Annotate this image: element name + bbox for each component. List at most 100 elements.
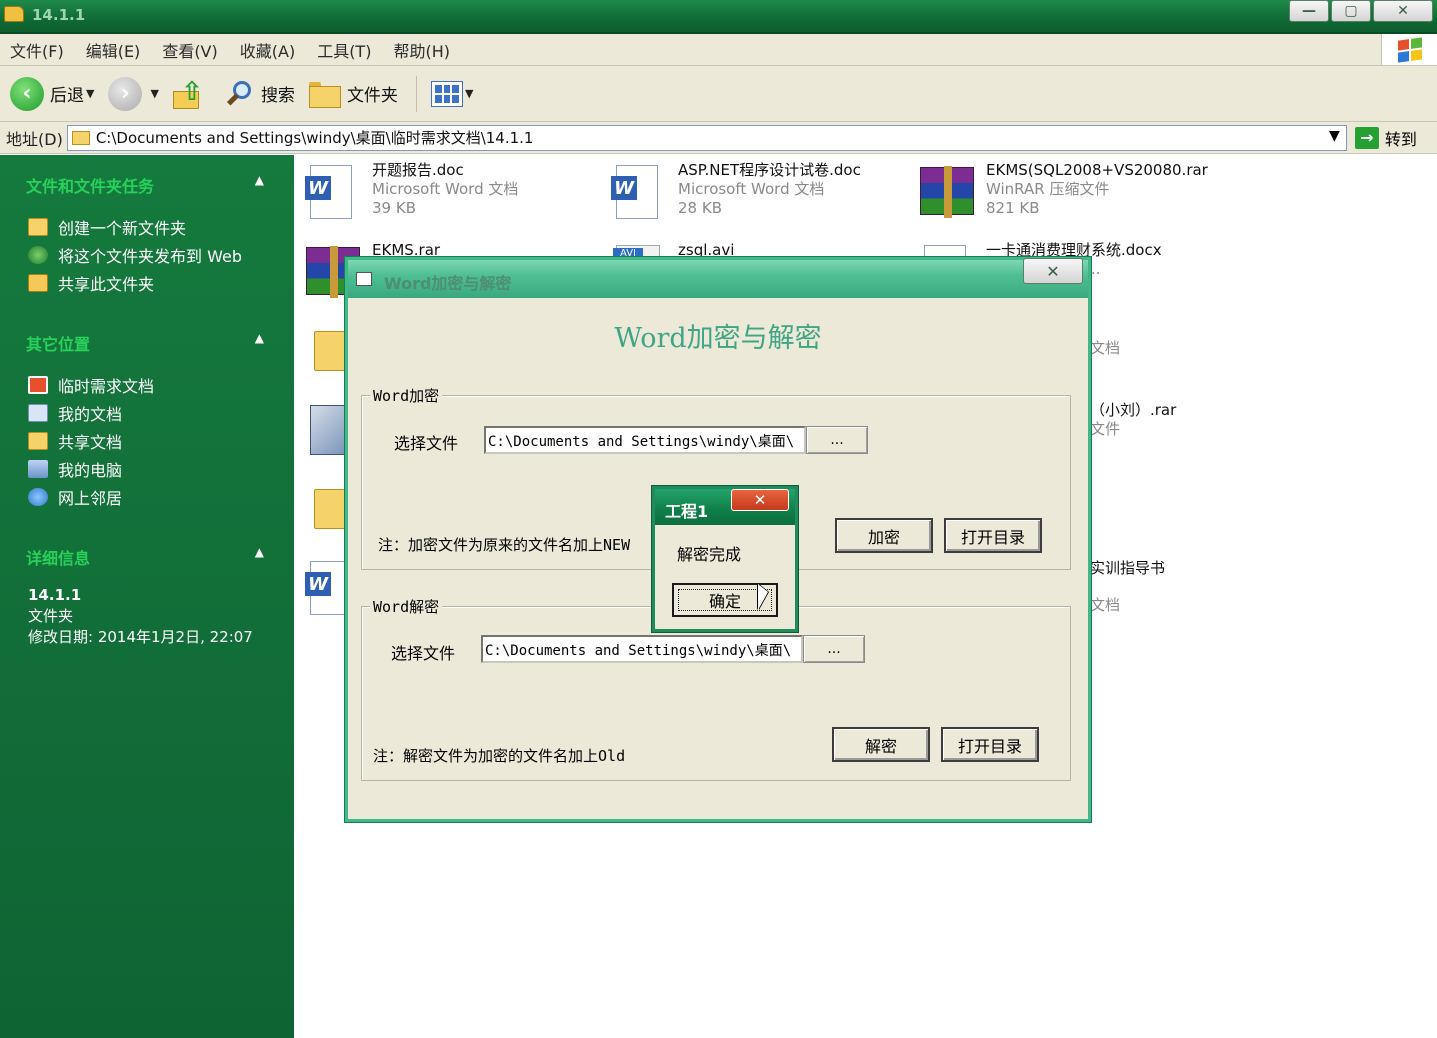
message-titlebar[interactable]: 工程1 ✕ [655, 489, 795, 525]
file-name: （小刘）.rar [1090, 401, 1177, 419]
folders-button[interactable]: 文件夹 [308, 81, 398, 108]
dialog-titlebar[interactable]: Word加密与解密 ✕ [348, 258, 1088, 298]
menu-tools[interactable]: 工具(T) [317, 38, 371, 62]
decrypt-legend: Word解密 [370, 596, 443, 617]
file-item[interactable]: ASP.NET程序设计试卷.doc Microsoft Word 文档 28 K… [608, 161, 861, 225]
toolbar: ‹ 后退 ▼ › ▼ ⇧ 搜索 文件夹 ▼ [0, 66, 1437, 122]
task-publish-web[interactable]: 将这个文件夹发布到 Web [0, 241, 294, 269]
close-button[interactable]: ✕ [1373, 0, 1433, 22]
file-tasks-title: 文件和文件夹任务 [26, 177, 155, 196]
maximize-button[interactable]: ▢ [1331, 0, 1371, 22]
decrypt-path-input[interactable]: C:\Documents and Settings\windy\桌面\ [481, 635, 803, 663]
address-dropdown-icon[interactable]: ▼ [1329, 128, 1340, 144]
views-icon [430, 80, 463, 107]
task-new-folder[interactable]: 创建一个新文件夹 [0, 213, 294, 241]
up-button[interactable]: ⇧ [172, 77, 211, 109]
computer-icon [28, 460, 48, 478]
menu-help[interactable]: 帮助(H) [393, 38, 450, 62]
minimize-button[interactable]: — [1289, 0, 1329, 22]
file-type: Microsoft Word 文档 [372, 180, 519, 198]
encrypt-browse-button[interactable]: ... [806, 426, 868, 454]
file-size: 28 KB [678, 199, 722, 217]
encrypt-note: 注：加密文件为原来的文件名加上NEW [378, 536, 631, 554]
address-input[interactable]: C:\Documents and Settings\windy\桌面\临时需求文… [66, 124, 1347, 151]
place-network[interactable]: 网上邻居 [0, 483, 294, 511]
details-header[interactable]: 详细信息 ▲ [0, 545, 294, 573]
file-type: 文档 [1090, 339, 1121, 357]
file-type: WinRAR 压缩文件 [986, 180, 1110, 198]
details-type: 文件夹 [28, 607, 74, 625]
new-folder-icon [28, 218, 48, 236]
file-item[interactable]: 开题报告.doc Microsoft Word 文档 39 KB [302, 161, 518, 225]
menu-bar: 文件(F) 编辑(E) 查看(V) 收藏(A) 工具(T) 帮助(H) [0, 34, 1437, 66]
window-titlebar[interactable]: 14.1.1 — ▢ ✕ [0, 0, 1437, 34]
place-label: 网上邻居 [58, 489, 123, 508]
task-label: 共享此文件夹 [58, 275, 155, 294]
collapse-icon[interactable]: ▲ [255, 331, 264, 345]
forward-dropdown-icon[interactable]: ▼ [150, 87, 158, 100]
mouse-pointer-icon [758, 584, 768, 610]
file-name: EKMS(SQL2008+VS20080.rar [986, 161, 1208, 179]
decrypt-browse-button[interactable]: ... [803, 635, 865, 663]
back-dropdown-icon[interactable]: ▼ [86, 87, 94, 100]
go-button[interactable]: → 转到 [1354, 126, 1417, 150]
views-button[interactable]: ▼ [430, 80, 473, 107]
folder-icon [4, 6, 24, 22]
file-item[interactable]: （小刘）.rar 文件 [1090, 401, 1176, 465]
file-item[interactable]: EKMS(SQL2008+VS20080.rar WinRAR 压缩文件 821… [916, 161, 1208, 225]
back-button[interactable]: ‹ 后退 ▼ [10, 76, 94, 111]
file-item[interactable]: 文档 [1090, 339, 1120, 403]
menu-favorites[interactable]: 收藏(A) [240, 38, 295, 62]
dialog-close-button[interactable]: ✕ [1023, 258, 1083, 284]
encrypt-button[interactable]: 加密 [835, 518, 933, 553]
search-label: 搜索 [260, 86, 295, 106]
word-doc-icon [302, 161, 364, 223]
details-info: 14.1.1 文件夹 修改日期: 2014年1月2日, 22:07 [0, 585, 294, 648]
details-section: 详细信息 ▲ 14.1.1 文件夹 修改日期: 2014年1月2日, 22:07 [0, 545, 294, 648]
message-text: 解密完成 [677, 545, 742, 564]
file-tasks-header[interactable]: 文件和文件夹任务 ▲ [0, 173, 294, 201]
message-box: 工程1 ✕ 解密完成 确定 [652, 486, 798, 632]
task-label: 将这个文件夹发布到 Web [58, 247, 242, 266]
back-arrow-icon: ‹ [10, 76, 44, 111]
menu-file[interactable]: 文件(F) [10, 38, 64, 62]
place-my-documents[interactable]: 我的文档 [0, 399, 294, 427]
search-button[interactable]: 搜索 [225, 79, 295, 109]
menu-view[interactable]: 查看(V) [162, 38, 217, 62]
encrypt-open-dir-button[interactable]: 打开目录 [944, 518, 1042, 553]
collapse-icon[interactable]: ▲ [255, 545, 264, 559]
word-doc-icon [608, 161, 670, 223]
documents-icon [28, 404, 48, 422]
task-pane: 文件和文件夹任务 ▲ 创建一个新文件夹 将这个文件夹发布到 Web 共享此文件夹… [0, 155, 294, 1038]
decrypt-button[interactable]: 解密 [832, 727, 930, 762]
decrypt-group: Word解密 选择文件 C:\Documents and Settings\wi… [361, 596, 1071, 781]
toolbar-divider [415, 75, 417, 112]
file-tasks-section: 文件和文件夹任务 ▲ 创建一个新文件夹 将这个文件夹发布到 Web 共享此文件夹 [0, 173, 294, 297]
encrypt-path-input[interactable]: C:\Documents and Settings\windy\桌面\ [484, 426, 806, 454]
details-name: 14.1.1 [28, 586, 82, 604]
menu-edit[interactable]: 编辑(E) [86, 38, 141, 62]
message-close-button[interactable]: ✕ [731, 489, 789, 511]
other-places-section: 其它位置 ▲ 临时需求文档 我的文档 共享文档 我的电脑 网上邻居 [0, 331, 294, 511]
windows-logo [1381, 34, 1437, 65]
decrypt-open-dir-button[interactable]: 打开目录 [941, 727, 1039, 762]
place-label: 共享文档 [58, 433, 123, 452]
place-my-computer[interactable]: 我的电脑 [0, 455, 294, 483]
place-temp-docs[interactable]: 临时需求文档 [0, 371, 294, 399]
file-item[interactable]: 实训指导书 文档 [1090, 559, 1165, 623]
task-share-folder[interactable]: 共享此文件夹 [0, 269, 294, 297]
place-label: 临时需求文档 [58, 377, 155, 396]
details-title: 详细信息 [26, 549, 91, 568]
other-places-header[interactable]: 其它位置 ▲ [0, 331, 294, 359]
rar-archive-icon [916, 161, 978, 223]
window-title: 14.1.1 [32, 6, 86, 24]
file-type: 文件 [1090, 420, 1121, 438]
forward-button[interactable]: › ▼ [108, 76, 159, 111]
place-shared-documents[interactable]: 共享文档 [0, 427, 294, 455]
globe-icon [28, 246, 48, 264]
collapse-icon[interactable]: ▲ [255, 173, 264, 187]
folder-up-icon: ⇧ [172, 77, 203, 109]
place-label: 我的文档 [58, 405, 123, 424]
views-dropdown-icon[interactable]: ▼ [465, 87, 473, 100]
details-modified: 修改日期: 2014年1月2日, 22:07 [28, 628, 253, 646]
